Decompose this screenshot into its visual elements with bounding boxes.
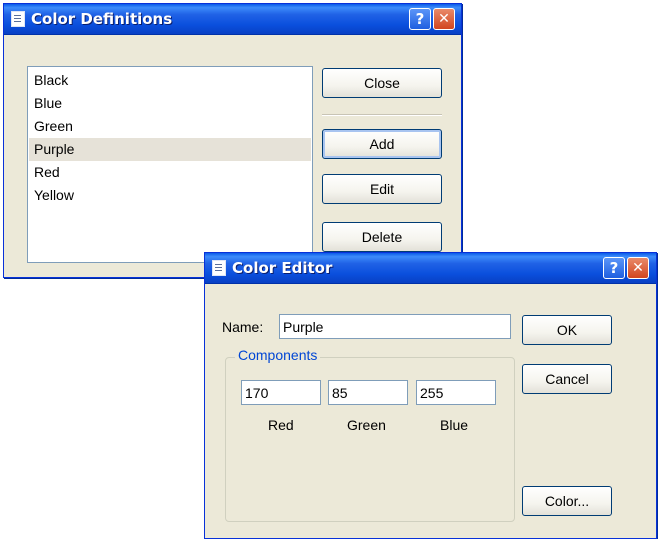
list-item[interactable]: Yellow: [29, 184, 311, 207]
green-label: Green: [347, 417, 386, 433]
help-button[interactable]: ?: [603, 257, 625, 279]
close-window-button[interactable]: ✕: [433, 8, 455, 30]
color-definitions-window: Color Definitions ? ✕ Black Blue Green P…: [3, 3, 462, 278]
close-button[interactable]: Close: [322, 68, 442, 98]
list-item-selected[interactable]: Purple: [29, 138, 311, 161]
list-item[interactable]: Green: [29, 115, 311, 138]
list-item[interactable]: Black: [29, 69, 311, 92]
color-list[interactable]: Black Blue Green Purple Red Yellow: [27, 66, 313, 263]
edit-button[interactable]: Edit: [322, 174, 442, 204]
document-icon: [11, 11, 25, 27]
components-title: Components: [235, 347, 321, 363]
definitions-title: Color Definitions: [31, 10, 173, 28]
help-button[interactable]: ?: [409, 8, 431, 30]
close-window-button[interactable]: ✕: [627, 257, 649, 279]
add-button[interactable]: Add: [322, 129, 442, 159]
blue-label: Blue: [440, 417, 469, 433]
green-field[interactable]: [328, 380, 408, 405]
name-field[interactable]: [279, 314, 511, 339]
definitions-titlebar[interactable]: Color Definitions ? ✕: [4, 4, 461, 35]
list-item[interactable]: Red: [29, 161, 311, 184]
delete-button[interactable]: Delete: [322, 222, 442, 252]
blue-field[interactable]: [416, 380, 496, 405]
cancel-button[interactable]: Cancel: [522, 364, 612, 394]
red-field[interactable]: [241, 380, 321, 405]
list-item[interactable]: Blue: [29, 92, 311, 115]
editor-titlebar[interactable]: Color Editor ? ✕: [205, 253, 656, 284]
red-label: Red: [268, 417, 294, 433]
editor-title: Color Editor: [232, 259, 333, 277]
name-label: Name:: [222, 319, 264, 335]
color-editor-window: Color Editor ? ✕ Name: Components Red Gr…: [204, 252, 657, 539]
document-icon: [212, 260, 226, 276]
ok-button[interactable]: OK: [522, 315, 612, 345]
color-picker-button[interactable]: Color...: [522, 486, 612, 516]
button-separator: [322, 114, 442, 116]
